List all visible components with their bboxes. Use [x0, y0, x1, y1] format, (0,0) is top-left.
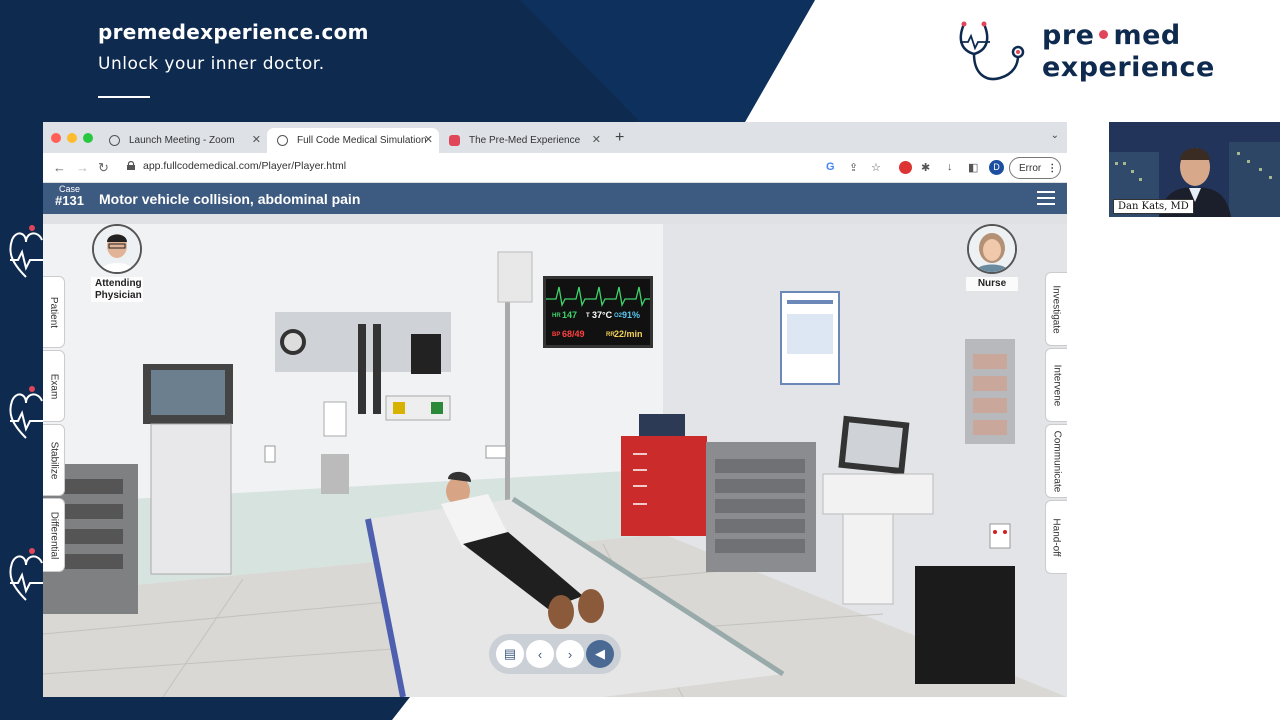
logo-pre: pre [1042, 20, 1095, 51]
sidepanel-icon[interactable]: ◧ [968, 161, 978, 174]
tab-differential[interactable]: Differential [43, 498, 65, 572]
browser-window: Launch Meeting - Zoom ✕ Full Code Medica… [43, 122, 1067, 697]
share-icon[interactable]: ⇪ [849, 161, 858, 174]
tab-exam[interactable]: Exam [43, 350, 65, 422]
previous-button[interactable]: ‹ [526, 640, 554, 668]
tab-premed[interactable]: The Pre-Med Experience ✕ [439, 128, 607, 153]
reload-icon[interactable]: ↻ [98, 160, 109, 176]
close-tab-icon[interactable]: ✕ [424, 133, 433, 146]
participant-name: Dan Kats, MD [1113, 199, 1194, 214]
playback-controls: ▤ ‹ › ◀ [489, 634, 621, 674]
volume-icon[interactable]: ◀ [586, 640, 614, 668]
heartbeat-icon [9, 225, 44, 278]
temp-label: T [586, 313, 590, 319]
case-number: #131 [55, 193, 84, 208]
bp-label: BP [552, 332, 561, 338]
bookmark-star-icon[interactable]: ☆ [871, 161, 881, 174]
tab-communicate[interactable]: Communicate [1045, 424, 1067, 498]
brand-block: premedexperience.com Unlock your inner d… [98, 20, 369, 98]
new-tab-button[interactable]: + [615, 129, 624, 147]
spo2-label: O2 [614, 313, 623, 319]
close-window-button[interactable] [51, 133, 61, 143]
divider [98, 96, 150, 98]
webcam-feed: Dan Kats, MD [1109, 122, 1280, 217]
error-label: Error [1019, 162, 1042, 174]
tab-hand-off[interactable]: Hand-off [1045, 500, 1067, 574]
nurse-portrait [969, 226, 1015, 272]
attending-label-2: Physician [95, 289, 142, 301]
case-title: Motor vehicle collision, abdominal pain [99, 191, 361, 207]
nurse-avatar [967, 224, 1017, 274]
tab-label: Full Code Medical Simulation [297, 135, 427, 146]
close-tab-icon[interactable]: ✕ [592, 133, 601, 146]
nurse-label: Nurse [966, 277, 1018, 291]
premed-logo: pre med experience [956, 18, 1236, 88]
address-bar: ← → ↻ app.fullcodemedical.com/Player/Pla… [43, 153, 1067, 183]
logo-experience: experience [1042, 52, 1215, 83]
attending-physician[interactable]: Attending Physician [91, 224, 143, 302]
globe-icon [109, 135, 120, 146]
tab-label: The Pre-Med Experience [469, 135, 581, 146]
case-badge: Case #131 [55, 185, 84, 208]
url-input[interactable]: app.fullcodemedical.com/Player/Player.ht… [143, 160, 346, 172]
maximize-window-button[interactable] [83, 133, 93, 143]
heartbeat-icon [9, 386, 44, 439]
next-button[interactable]: › [556, 640, 584, 668]
rr-value: 22/min [614, 329, 643, 339]
tab-label: Launch Meeting - Zoom [129, 135, 235, 146]
temp-value: 37°C [592, 310, 613, 320]
tab-full-code[interactable]: Full Code Medical Simulation ✕ [267, 128, 439, 153]
stethoscope-icon [959, 21, 1025, 81]
error-button[interactable]: Error ⋮ [1009, 157, 1061, 179]
spo2-value: 91% [622, 310, 641, 320]
tab-intervene[interactable]: Intervene [1045, 348, 1067, 422]
more-icon: ⋮ [1047, 162, 1058, 174]
tagline: Unlock your inner doctor. [98, 54, 325, 74]
bp-value: 68/49 [562, 329, 585, 339]
logo-med: med [1113, 20, 1181, 51]
tab-patient[interactable]: Patient [43, 276, 65, 348]
adblock-icon[interactable] [899, 161, 912, 174]
google-translate-icon[interactable]: G [826, 161, 835, 173]
ecg-waveform [546, 286, 650, 308]
simulation-scene: HR 147 T 37°C O2 91% BP 68/49 RR 22/min … [43, 214, 1067, 697]
tab-zoom[interactable]: Launch Meeting - Zoom ✕ [99, 128, 267, 153]
hr-value: 147 [562, 310, 578, 320]
site-url: premedexperience.com [98, 20, 369, 44]
attending-label-1: Attending [95, 278, 142, 289]
window-controls [51, 133, 93, 143]
heartbeat-icon [9, 548, 44, 601]
lock-icon [127, 161, 135, 170]
forward-icon[interactable]: → [76, 160, 89, 175]
download-icon[interactable]: ↓ [947, 161, 953, 173]
tab-stabilize[interactable]: Stabilize [43, 424, 65, 496]
notebook-icon[interactable]: ▤ [496, 640, 524, 668]
vitals-monitor[interactable]: HR 147 T 37°C O2 91% BP 68/49 RR 22/min [543, 276, 653, 348]
globe-icon [277, 135, 288, 146]
nurse[interactable]: Nurse [966, 224, 1018, 291]
close-tab-icon[interactable]: ✕ [252, 133, 261, 146]
extensions-icon[interactable]: ✱ [921, 161, 930, 174]
tab-investigate[interactable]: Investigate [1045, 272, 1067, 346]
profile-avatar[interactable]: D [989, 160, 1004, 175]
tab-bar: Launch Meeting - Zoom ✕ Full Code Medica… [43, 122, 1067, 153]
hamburger-menu-icon[interactable] [1037, 191, 1055, 209]
back-icon[interactable]: ← [53, 160, 66, 175]
app-header: Case #131 Motor vehicle collision, abdom… [43, 183, 1067, 214]
logo-dot [1099, 30, 1109, 39]
premed-favicon-icon [449, 135, 460, 146]
minimize-window-button[interactable] [67, 133, 77, 143]
hr-label: HR [552, 313, 561, 319]
physician-avatar [92, 224, 142, 274]
physician-portrait [94, 226, 140, 272]
tab-search-icon[interactable]: ⌄ [1051, 130, 1059, 141]
